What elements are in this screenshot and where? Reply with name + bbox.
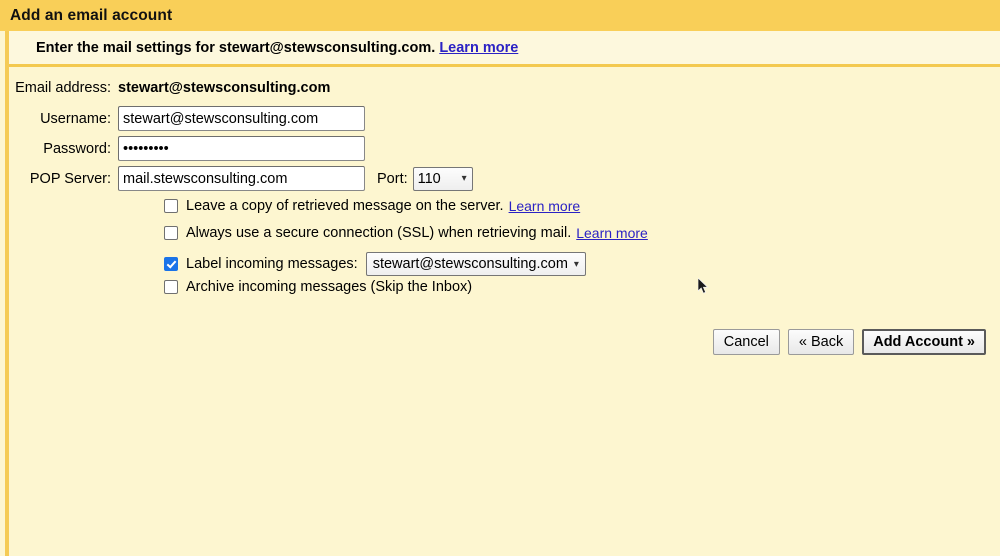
subheader-bar: Enter the mail settings for stewart@stew…: [9, 31, 1000, 64]
chevron-down-icon: ▾: [461, 173, 467, 184]
subheader-instruction-text: Enter the mail settings for stewart@stew…: [36, 39, 436, 56]
form-action-buttons: Cancel « Back Add Account »: [712, 329, 986, 355]
port-select-value: 110: [417, 170, 441, 187]
subheader-learn-more-link[interactable]: Learn more: [439, 40, 518, 56]
label-incoming-label: Label incoming messages:: [186, 256, 358, 272]
leave-copy-checkbox[interactable]: [164, 199, 178, 213]
option-label-incoming-row: Label incoming messages: stewart@stewsco…: [164, 252, 586, 276]
username-input[interactable]: [118, 106, 365, 131]
leave-copy-label: Leave a copy of retrieved message on the…: [186, 198, 504, 214]
username-label: Username:: [40, 110, 111, 127]
subheader-instruction: Enter the mail settings for stewart@stew…: [36, 40, 518, 56]
pop-server-input[interactable]: [118, 166, 365, 191]
option-archive-incoming-row: Archive incoming messages (Skip the Inbo…: [164, 279, 472, 295]
pop-server-label: POP Server:: [29, 170, 111, 187]
add-account-button[interactable]: Add Account »: [862, 329, 986, 355]
password-input[interactable]: [118, 136, 365, 161]
archive-incoming-label: Archive incoming messages (Skip the Inbo…: [186, 279, 473, 295]
use-ssl-label: Always use a secure connection (SSL) whe…: [186, 225, 572, 241]
back-button[interactable]: « Back: [787, 329, 855, 355]
email-address-value: stewart@stewsconsulting.com: [118, 80, 331, 96]
username-row: Username:: [9, 106, 365, 131]
label-incoming-select[interactable]: stewart@stewsconsulting.com ▾: [365, 252, 586, 276]
cancel-button[interactable]: Cancel: [712, 329, 780, 355]
chevron-down-icon: ▾: [573, 258, 579, 270]
email-address-label: Email address:: [15, 80, 111, 96]
port-select[interactable]: 110 ▾: [412, 166, 473, 191]
pop-server-row: POP Server: Port: 110 ▾: [9, 166, 473, 191]
password-label: Password:: [43, 140, 111, 157]
option-use-ssl-row: Always use a secure connection (SSL) whe…: [164, 225, 648, 241]
mail-settings-form: Email address: stewart@stewsconsulting.c…: [9, 67, 1000, 556]
window-title-bar: Add an email account: [0, 0, 1000, 31]
use-ssl-learn-more-link[interactable]: Learn more: [576, 225, 648, 241]
label-incoming-checkbox[interactable]: [164, 257, 178, 271]
label-incoming-select-value: stewart@stewsconsulting.com: [372, 256, 568, 272]
use-ssl-checkbox[interactable]: [164, 226, 178, 240]
password-row: Password:: [9, 136, 365, 161]
page-title: Add an email account: [10, 6, 173, 24]
option-leave-copy-row: Leave a copy of retrieved message on the…: [164, 198, 580, 214]
leave-copy-learn-more-link[interactable]: Learn more: [509, 198, 581, 214]
port-label: Port:: [377, 170, 408, 187]
email-address-row: Email address: stewart@stewsconsulting.c…: [9, 80, 330, 96]
archive-incoming-checkbox[interactable]: [164, 280, 178, 294]
